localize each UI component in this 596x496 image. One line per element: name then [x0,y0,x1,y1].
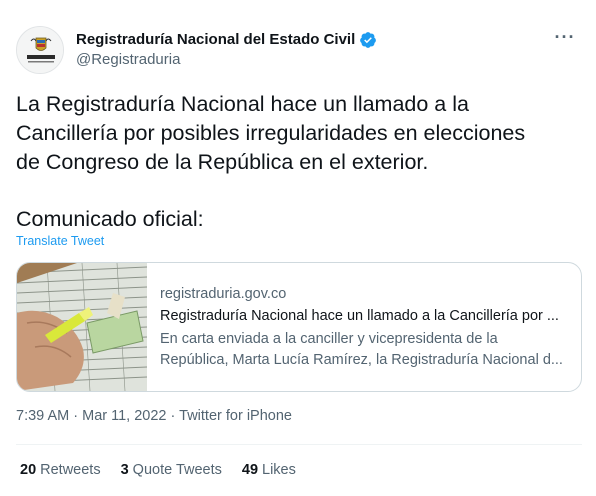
display-name-text[interactable]: Registraduría Nacional del Estado Civil [76,30,355,50]
link-card-title: Registraduría Nacional hace un llamado a… [160,308,559,324]
tweet-stats: 20 Retweets 3 Quote Tweets 49 Likes [20,462,296,478]
tweet-text-line: Cancillería por posibles irregularidades… [16,121,526,145]
handle[interactable]: @Registraduria [76,50,377,70]
translate-tweet-link[interactable]: Translate Tweet [16,234,104,248]
tweet-header: Registraduría Nacional del Estado Civil … [16,26,582,76]
likes-count: 49 [241,462,259,478]
tweet-text-line: Comunicado oficial: [16,207,204,231]
meta-separator: · [73,408,79,424]
tweet-date[interactable]: Mar 11, 2022 [82,408,166,424]
avatar[interactable] [16,26,64,74]
quote-tweets-label: Quote Tweets [132,462,222,478]
display-name[interactable]: Registraduría Nacional del Estado Civil [76,30,377,50]
retweets-label: Retweets [40,462,101,478]
more-horizontal-icon[interactable]: ··· [550,28,580,50]
tweet-meta: 7:39 AM · Mar 11, 2022 · Twitter for iPh… [16,408,292,424]
link-card-description-line: República, Marta Lucía Ramírez, la Regis… [160,352,563,368]
link-card-description: En carta enviada a la canciller y vicepr… [160,329,569,371]
likes-label: Likes [262,462,296,478]
quote-tweets-count: 3 [120,462,129,478]
quote-tweets-stat[interactable]: 3 Quote Tweets [121,462,222,478]
link-card-image [17,263,148,391]
link-card[interactable]: registraduria.gov.co Registraduría Nacio… [16,262,582,392]
meta-separator: · [170,408,176,424]
likes-stat[interactable]: 49 Likes [242,462,296,478]
registraduria-logo-icon [17,27,63,73]
link-card-domain: registraduria.gov.co [160,286,287,302]
retweets-stat[interactable]: 20 Retweets [20,462,101,478]
tweet-text-line: de Congreso de la República en el exteri… [16,150,429,174]
link-card-description-line: En carta enviada a la canciller y vicepr… [160,331,498,347]
tweet-text: La Registraduría Nacional hace un llamad… [16,90,576,234]
tweet-text-line: La Registraduría Nacional hace un llamad… [16,92,469,116]
verified-badge-icon [360,32,377,48]
divider [16,444,582,445]
tweet-time[interactable]: 7:39 AM [16,408,69,424]
tweet-source[interactable]: Twitter for iPhone [179,408,292,424]
retweets-count: 20 [20,462,37,478]
